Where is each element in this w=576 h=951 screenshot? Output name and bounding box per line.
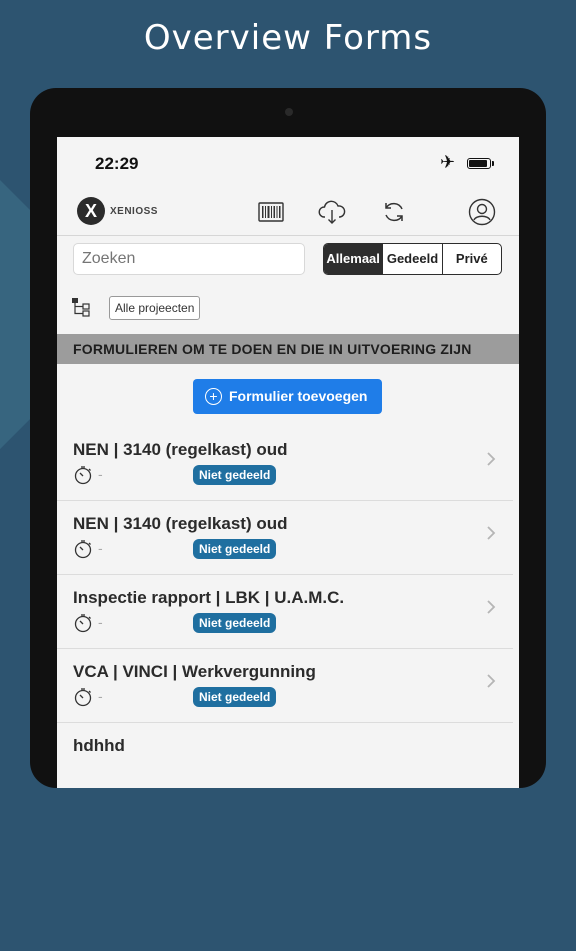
status-badge: Niet gedeeld [193, 687, 277, 707]
logo-text: XENIOSS [110, 206, 158, 217]
segment-private[interactable]: Privé [443, 244, 501, 274]
form-duration: - [98, 540, 103, 556]
form-duration: - [98, 466, 103, 482]
chevron-right-icon [487, 674, 496, 688]
battery-icon [467, 158, 494, 169]
form-title: VCA | VINCI | Werkvergunning [73, 662, 316, 681]
page-headline: Overview Forms [143, 18, 433, 58]
chevron-right-icon [487, 600, 496, 614]
plus-circle-icon: + [205, 388, 222, 405]
add-form-label: Formulier toevoegen [229, 388, 368, 404]
segment-shared[interactable]: Gedeeld [383, 244, 443, 274]
form-title: Inspectie rapport | LBK | U.A.M.C. [73, 588, 345, 607]
chevron-right-icon [487, 452, 496, 466]
status-time: 22:29 [95, 154, 139, 173]
sync-icon[interactable] [379, 197, 409, 227]
app-screen: 22:29 ✈ X XENIOSS Zoeken Allemaal Gedeel… [57, 137, 519, 788]
form-title: hdhhd [73, 736, 125, 755]
tablet-device: 22:29 ✈ X XENIOSS Zoeken Allemaal Gedeel… [30, 88, 546, 788]
barcode-icon[interactable] [256, 197, 286, 227]
stopwatch-icon [74, 540, 92, 559]
status-badge: Niet gedeeld [193, 465, 277, 485]
form-duration: - [98, 614, 103, 630]
form-list-item[interactable]: hdhhd [57, 723, 519, 788]
project-filter-row: Alle projeecten [57, 287, 519, 327]
add-form-button[interactable]: + Formulier toevoegen [193, 379, 382, 414]
status-badge: Niet gedeeld [193, 613, 277, 633]
status-bar: 22:29 ✈ [57, 137, 519, 187]
form-title: NEN | 3140 (regelkast) oud [73, 514, 288, 533]
hierarchy-tree-icon[interactable] [71, 297, 91, 317]
airplane-mode-icon: ✈ [440, 152, 456, 172]
all-projects-button[interactable]: Alle projeecten [109, 296, 201, 320]
form-list-item[interactable]: NEN | 3140 (regelkast) oud - Niet gedeel… [57, 501, 519, 575]
camera-dot [285, 108, 293, 116]
stopwatch-icon [74, 466, 92, 485]
form-list-item[interactable]: VCA | VINCI | Werkvergunning - Niet gede… [57, 649, 519, 723]
status-badge: Niet gedeeld [193, 539, 277, 559]
chevron-right-icon [487, 526, 496, 540]
segment-all[interactable]: Allemaal [324, 244, 384, 274]
logo-mark: X [77, 197, 105, 225]
section-header: FORMULIEREN OM TE DOEN EN DIE IN UITVOER… [57, 334, 519, 364]
form-list-item[interactable]: Inspectie rapport | LBK | U.A.M.C. - Nie… [57, 575, 519, 649]
search-row: Allemaal Gedeeld Privé [57, 235, 519, 285]
form-title: NEN | 3140 (regelkast) oud [73, 440, 288, 459]
stopwatch-icon [74, 688, 92, 707]
search-input[interactable] [73, 243, 305, 275]
form-list-item[interactable]: NEN | 3140 (regelkast) oud - Niet gedeel… [57, 427, 519, 501]
form-duration: - [98, 688, 103, 704]
cloud-download-icon[interactable] [317, 197, 347, 227]
user-icon[interactable] [467, 197, 497, 227]
stopwatch-icon [74, 614, 92, 633]
share-filter-segmented-control: Allemaal Gedeeld Privé [323, 243, 502, 275]
app-toolbar: X XENIOSS [57, 189, 519, 236]
